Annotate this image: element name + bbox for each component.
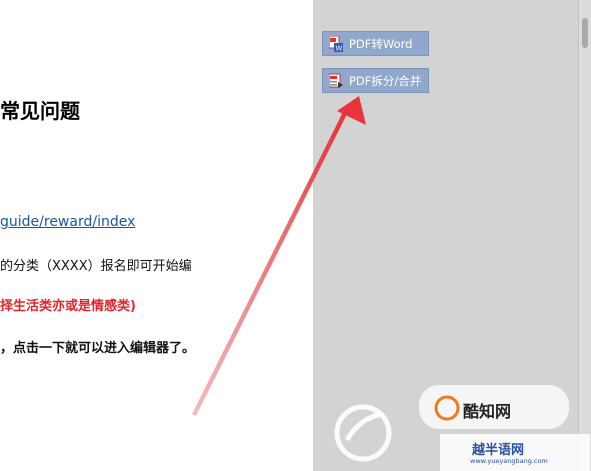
watermark-site-name: 越半语网 xyxy=(472,443,525,458)
watermark-site-url: www.yueyangbang.com xyxy=(470,457,548,465)
watermark-brand: 酷知网 xyxy=(463,402,512,421)
